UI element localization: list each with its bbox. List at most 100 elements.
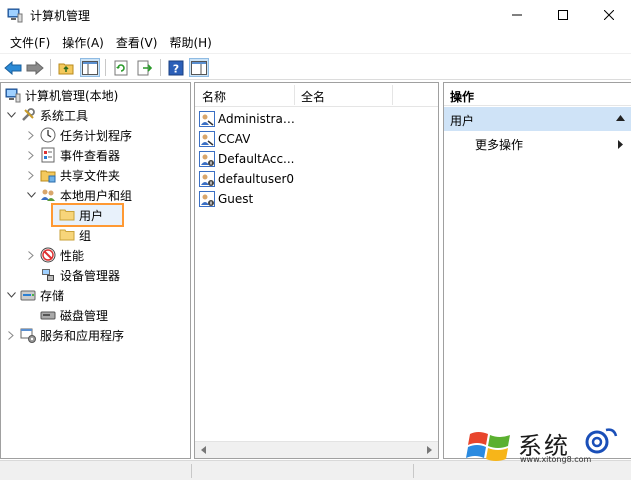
back-arrow-icon [4,60,22,75]
list-item-label: CCAV [218,132,251,146]
back-button[interactable] [3,58,23,77]
export-icon [137,60,153,75]
disk-icon [40,311,56,320]
action-pane-icon [191,60,207,75]
export-list-button[interactable] [135,58,155,77]
show-hide-tree-button[interactable] [80,58,100,77]
tree-item-storage[interactable]: 存储 [5,285,64,305]
shared-folder-icon [40,170,56,183]
chevron-right-icon [426,446,432,454]
column-header-name[interactable]: 名称 [202,88,226,105]
tree-label: 事件查看器 [60,148,121,163]
tree-item-device-manager[interactable]: 设备管理器 [40,265,120,285]
tree-label: 存储 [40,288,65,303]
tree-item-disk-management[interactable]: 磁盘管理 [40,305,108,325]
chevron-right-icon[interactable] [5,329,17,341]
chevron-down-icon[interactable] [5,289,17,301]
chevron-right-icon[interactable] [25,169,37,181]
maximize-button[interactable] [540,0,586,30]
console-tree-pane[interactable]: 计算机管理(本地) 系统工具 任务计划程序 事件查看器 共享文件夹 本地用户和组… [0,82,191,459]
tree-label: 任务计划程序 [60,128,133,143]
tree-label: 服务和应用程序 [40,328,125,343]
tools-icon [22,108,35,121]
tree-item-shared-folders[interactable]: 共享文件夹 [25,165,120,185]
computer-management-icon [7,8,23,23]
menu-bar: 文件(F) 操作(A) 查看(V) 帮助(H) [0,30,631,52]
scroll-right-button[interactable] [421,442,438,458]
chevron-right-icon[interactable] [25,129,37,141]
user-disabled-icon [199,151,215,167]
tree-label: 性能 [60,248,85,263]
window-title: 计算机管理 [30,9,91,23]
menu-help[interactable]: 帮助(H) [163,30,217,52]
list-item[interactable]: defaultuser0 [199,169,294,189]
minimize-button[interactable] [494,0,540,30]
tree-item-groups[interactable]: 组 [59,225,91,245]
actions-section-label: 用户 [450,114,475,128]
user-icon [199,111,215,127]
user-icon [199,131,215,147]
help-icon: ? [168,60,184,75]
list-header: 名称 全名 [195,83,438,107]
watermark-logo-icon [585,428,618,454]
device-manager-icon [42,269,54,281]
collapse-up-icon[interactable] [616,115,625,121]
column-divider[interactable] [294,85,295,105]
help-button[interactable]: ? [166,58,186,77]
toolbar: ? [0,53,631,80]
column-header-fullname[interactable]: 全名 [301,88,325,105]
tree-item-services-apps[interactable]: 服务和应用程序 [5,325,124,345]
column-divider[interactable] [392,85,393,105]
actions-section-users[interactable]: 用户 [444,107,631,131]
tree-item-local-users-groups[interactable]: 本地用户和组 [25,185,132,205]
chevron-down-icon[interactable] [25,189,37,201]
console-tree-icon [82,60,98,75]
tree-item-task-scheduler[interactable]: 任务计划程序 [25,125,132,145]
tree-label: 计算机管理(本地) [25,88,119,103]
show-hide-action-pane-button[interactable] [189,58,209,77]
tree-label: 组 [79,228,92,243]
forward-button[interactable] [25,58,45,77]
close-button[interactable] [586,0,631,30]
svg-text:?: ? [173,62,179,75]
users-group-icon [41,189,55,201]
menu-action[interactable]: 操作(A) [56,30,110,52]
list-item[interactable]: DefaultAcc... [199,149,294,169]
scroll-left-button[interactable] [195,442,212,458]
chevron-down-icon[interactable] [5,109,17,121]
list-item[interactable]: Administrat... [199,109,298,129]
up-folder-button[interactable] [56,58,76,77]
windows-logo-icon [466,432,510,461]
tree-item-event-viewer[interactable]: 事件查看器 [25,145,120,165]
tree-item-users[interactable]: 用户 [51,203,124,227]
actions-pane[interactable]: 操作 用户 更多操作 [443,82,631,459]
result-list-pane[interactable]: 名称 全名 Administrat... CCAV DefaultAcc... … [194,82,439,459]
tree-label: 本地用户和组 [60,188,133,203]
tree-item-system-tools[interactable]: 系统工具 [5,105,88,125]
menu-file[interactable]: 文件(F) [4,30,56,52]
list-item[interactable]: Guest [199,189,253,209]
list-item[interactable]: CCAV [199,129,250,149]
clock-icon [40,127,56,143]
menu-view[interactable]: 查看(V) [110,30,164,52]
tree-label: 用户 [79,208,104,223]
up-folder-icon [58,63,74,74]
chevron-right-icon[interactable] [25,249,37,261]
tree-item-root[interactable]: 计算机管理(本地) [5,85,118,105]
tree-label: 设备管理器 [60,268,121,283]
more-actions-item[interactable]: 更多操作 [475,136,523,153]
list-item-label: Administrat... [218,112,298,126]
title-bar[interactable]: 计算机管理 [0,0,631,30]
tree-label: 系统工具 [40,108,89,123]
computer-management-icon [5,88,21,103]
user-disabled-icon [199,191,215,207]
watermark: 系统 www.xitong8.com [466,426,628,466]
refresh-button[interactable] [111,58,131,77]
chevron-right-icon[interactable] [25,149,37,161]
maximize-icon [558,10,568,20]
list-item-label: DefaultAcc... [218,152,295,166]
storage-icon [20,290,36,301]
horizontal-scrollbar[interactable] [195,441,438,458]
tree-item-performance[interactable]: 性能 [25,245,84,265]
watermark-url: www.xitong8.com [520,455,592,464]
